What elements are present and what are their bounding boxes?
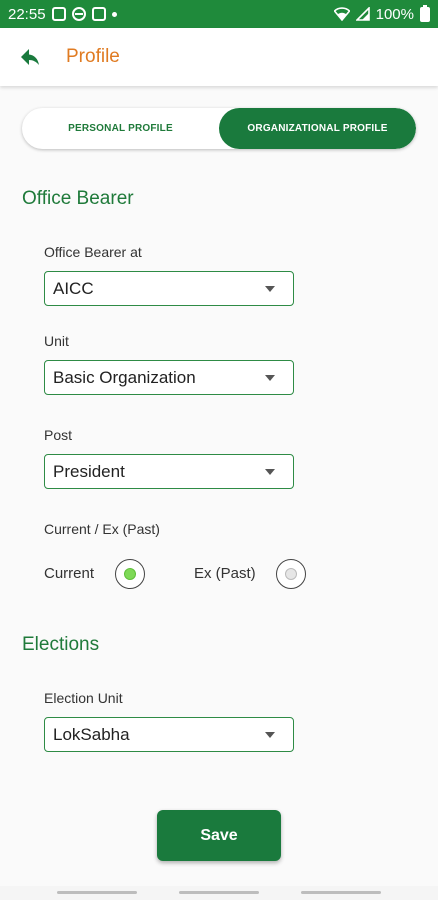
status-left: 22:55 xyxy=(8,6,117,23)
radio-current-label: Current xyxy=(44,565,95,582)
radio-selected-dot xyxy=(124,568,136,580)
back-arrow-icon xyxy=(21,49,39,65)
app-bar: Profile xyxy=(0,28,438,86)
nav-home-button[interactable] xyxy=(179,891,259,894)
system-nav-bar xyxy=(0,886,438,900)
gallery-icon xyxy=(51,7,66,21)
radio-current[interactable] xyxy=(115,559,145,589)
radio-ex-past[interactable] xyxy=(276,559,306,589)
nav-recents-button[interactable] xyxy=(57,891,137,894)
office-bearer-at-dropdown[interactable]: AICC xyxy=(44,271,294,306)
dropdown-arrow-icon xyxy=(265,375,275,381)
office-bearer-at-label: Office Bearer at xyxy=(44,244,142,260)
current-ex-radio-group: Current Ex (Past) xyxy=(44,558,344,590)
post-dropdown[interactable]: President xyxy=(44,454,294,489)
dropdown-arrow-icon xyxy=(265,286,275,292)
post-value: President xyxy=(53,461,125,481)
status-time: 22:55 xyxy=(8,5,46,23)
battery-icon xyxy=(420,4,430,22)
radio-unselected-dot xyxy=(285,568,297,580)
election-unit-value: LokSabha xyxy=(53,724,130,744)
office-bearer-at-value: AICC xyxy=(53,278,94,298)
status-bar: 22:55 100% xyxy=(0,0,438,28)
office-bearer-section-title: Office Bearer xyxy=(22,188,134,209)
nav-back-button[interactable] xyxy=(301,891,381,894)
unit-dropdown[interactable]: Basic Organization xyxy=(44,360,294,395)
dropdown-arrow-icon xyxy=(265,469,275,475)
radio-ex-past-label: Ex (Past) xyxy=(194,565,256,582)
elections-section-title: Elections xyxy=(22,634,100,655)
dropdown-arrow-icon xyxy=(265,732,275,738)
unit-label: Unit xyxy=(44,333,69,349)
notification-app-icon xyxy=(91,7,106,21)
tab-organizational-profile[interactable]: ORGANIZATIONAL PROFILE xyxy=(219,108,416,149)
page-title: Profile xyxy=(66,46,120,67)
status-right: 100% xyxy=(333,4,430,23)
election-unit-dropdown[interactable]: LokSabha xyxy=(44,717,294,752)
wifi-icon xyxy=(333,7,350,21)
battery-percent: 100% xyxy=(375,5,414,23)
signal-icon xyxy=(355,7,370,21)
save-button[interactable]: Save xyxy=(157,810,281,861)
post-label: Post xyxy=(44,427,73,443)
profile-content: PERSONAL PROFILE ORGANIZATIONAL PROFILE … xyxy=(0,86,438,886)
do-not-disturb-icon xyxy=(71,7,86,21)
unit-value: Basic Organization xyxy=(53,367,196,387)
tab-personal-profile[interactable]: PERSONAL PROFILE xyxy=(22,108,219,149)
back-button[interactable] xyxy=(0,28,60,86)
election-unit-label: Election Unit xyxy=(44,690,123,706)
more-notifications-dot-icon xyxy=(111,11,117,17)
current-ex-label: Current / Ex (Past) xyxy=(44,521,160,537)
profile-tab-switch: PERSONAL PROFILE ORGANIZATIONAL PROFILE xyxy=(22,108,416,149)
